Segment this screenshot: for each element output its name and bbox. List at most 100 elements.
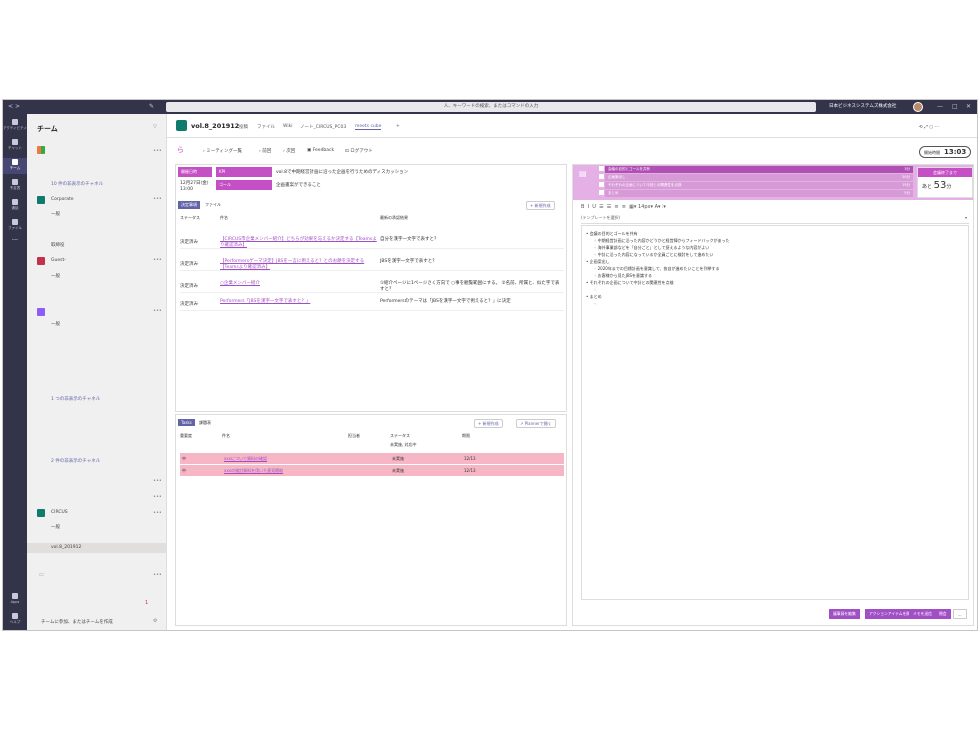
forward-icon[interactable]: >: [15, 103, 20, 110]
prev-link[interactable]: › 前回: [259, 148, 271, 154]
template-select[interactable]: (テンプレートを選択) ▾: [581, 215, 969, 224]
tab-tasks[interactable]: Tasks: [178, 419, 195, 426]
more-icon[interactable]: •••: [153, 510, 162, 516]
more-icon[interactable]: ...: [953, 609, 967, 619]
agenda-item[interactable]: 企画案出し 30分: [605, 174, 913, 181]
more-icon[interactable]: •••: [153, 148, 162, 154]
tab-files[interactable]: ファイル: [257, 124, 275, 130]
notes-editor[interactable]: • 会議の目的とゴールを共有 ◦ 中期経営計画に沿った内容かどうかと経営陣からフ…: [581, 225, 969, 600]
table-row[interactable]: 決定済み 【Performersゲーマ決定】JBSを一言に例えると？とのお題を決定…: [180, 257, 564, 271]
join-create-team[interactable]: チームに参加、またはチームを作成: [41, 619, 113, 625]
hidden-channels[interactable]: 2 件の非表示のチャネル: [51, 458, 100, 464]
edit-minutes-button[interactable]: 議事録を編集: [829, 609, 860, 619]
tab-meets-cube[interactable]: meets cube: [355, 124, 382, 130]
table-row[interactable]: 決定済み 【CIRCUS市企業メンバー紹介】どちらが効果を与えるか決定する【Tea…: [180, 235, 564, 249]
back-icon[interactable]: <: [8, 103, 13, 110]
more-icon[interactable]: •••: [153, 196, 162, 202]
main-area: vol.8_201912 投稿 ファイル Wiki ノート_CIRCUS_PC0…: [167, 114, 977, 630]
send-memo-button[interactable]: メモを送信: [909, 609, 936, 619]
decisions-panel: 開催日時 KPI vol.8で中期経営計画に沿った企画を行うためのディスカッショ…: [175, 164, 567, 412]
status-filter[interactable]: 未実施, 対応中: [390, 442, 417, 448]
tab-issues[interactable]: 課題表: [196, 419, 214, 427]
more-icon[interactable]: •••: [153, 572, 162, 578]
close-icon[interactable]: ✕: [966, 103, 971, 110]
agenda-checkbox[interactable]: [599, 190, 604, 195]
teams-header: チーム: [37, 125, 58, 133]
apps-icon: [12, 593, 18, 599]
channel[interactable]: 一般: [51, 321, 60, 327]
note-line: ◦: [594, 301, 597, 306]
tab-decisions[interactable]: 決定事項: [178, 201, 200, 209]
agenda-item[interactable]: それぞれの企画について今回との関連性を点検 15分: [605, 182, 913, 189]
agenda-checkbox[interactable]: [599, 182, 604, 187]
more-icon[interactable]: •••: [153, 257, 162, 263]
close-meeting-button[interactable]: 閉会: [935, 609, 951, 619]
channel[interactable]: 取締役: [51, 242, 65, 248]
table-row[interactable]: 決定済み ○企業メンバー紹介 ①紹介ページに1ページさく方向で ○事を観覧範囲にする…: [180, 279, 564, 293]
org-name[interactable]: 日本ビジネスシステムズ株式会社: [829, 103, 896, 109]
more-icon[interactable]: •••: [153, 308, 162, 314]
hidden-channels[interactable]: 1 つの非表示のチャネル: [51, 396, 100, 402]
search-input[interactable]: 人、キーワードの検索、またはコマンドの入力: [166, 102, 816, 112]
help-icon: [12, 613, 18, 619]
feedback-link[interactable]: ▣ Feedback: [307, 148, 334, 153]
add-task-button[interactable]: + 新規作成: [474, 419, 503, 428]
meetings-list-link[interactable]: › ミーティング一覧: [203, 148, 242, 154]
planner-button[interactable]: ↗ Plannerで開く: [516, 419, 556, 428]
team-name[interactable]: CIRCUS: [51, 510, 68, 515]
teams-list: チーム ▽ ••• 10 件の非表示のチャネル Corporate ••• 一般…: [27, 114, 167, 630]
tab-posts[interactable]: 投稿: [239, 124, 248, 130]
agenda-icon: ▤: [579, 169, 587, 178]
rail-files[interactable]: ファイル: [3, 218, 27, 234]
channel[interactable]: 一般: [51, 211, 60, 217]
filter-icon[interactable]: ▽: [153, 124, 157, 130]
editor-toolbar[interactable]: B I U ☰ ☰ ≡ ≡ ▦▾ 14px▾ A▾ ⫶▾: [581, 204, 666, 210]
more-icon[interactable]: •••: [153, 494, 162, 500]
selected-channel[interactable]: vol.8_201912: [27, 543, 166, 553]
channel[interactable]: 一般: [51, 524, 60, 530]
rail-activity[interactable]: アクティビティ: [3, 118, 27, 134]
agenda-panel: ▤ 会議の目的とゴールを共有 3分 企画案出し 30分 それぞれの企画について今回と…: [572, 164, 974, 626]
table-row[interactable]: 決定済み Performers「JBSを漢字一文字で表すと？」 Performers…: [180, 297, 564, 311]
teams-window: < > ✎ 人、キーワードの検索、またはコマンドの入力 日本ビジネスシステムズ株…: [2, 99, 978, 631]
tab-notebook[interactable]: ノート_CIRCUS_PC03: [300, 124, 346, 130]
rail-help[interactable]: ヘルプ: [3, 612, 27, 628]
rect-icon[interactable]: ▭: [39, 572, 44, 578]
hidden-channels[interactable]: 10 件の非表示のチャネル: [51, 181, 103, 187]
agenda-item[interactable]: まとめ 5分: [605, 190, 913, 197]
more-icon[interactable]: •••: [153, 478, 162, 484]
end-meeting-label[interactable]: 会議終了まで: [918, 168, 972, 177]
channel[interactable]: 一般: [51, 273, 60, 279]
team-name[interactable]: Corporate: [51, 197, 74, 202]
tab-files[interactable]: ファイル: [202, 201, 224, 209]
add-decision-button[interactable]: + 新規作成: [526, 201, 555, 210]
team-name[interactable]: Guest-: [51, 258, 66, 263]
settings-icon[interactable]: ⚙: [153, 618, 157, 624]
rail-calendar[interactable]: 予定表: [3, 178, 27, 194]
next-link[interactable]: › 次回: [283, 148, 295, 154]
rail-teams[interactable]: チーム: [3, 158, 27, 174]
rail-chat[interactable]: チャット: [3, 138, 27, 154]
col-status: ステータス: [390, 433, 410, 438]
task-row[interactable]: 中 xxxの検討資料を用いた意見聴取 未実施 12/13: [180, 465, 564, 476]
rail-more[interactable]: •••: [3, 238, 27, 254]
rail-apps[interactable]: Apps: [3, 592, 27, 608]
agenda-item[interactable]: 会議の目的とゴールを共有 3分: [605, 166, 913, 173]
col-status[interactable]: ステータス: [180, 215, 200, 221]
notification-badge: 1: [145, 600, 149, 606]
tab-wiki[interactable]: Wiki: [283, 124, 292, 129]
tab-actions-icons[interactable]: ⟲ ⤢ ○ ⋯: [919, 124, 939, 130]
avatar[interactable]: [913, 102, 923, 112]
add-tab-icon[interactable]: +: [396, 124, 400, 129]
compose-icon[interactable]: ✎: [149, 103, 154, 110]
maximize-icon[interactable]: □: [952, 103, 958, 110]
col-title[interactable]: 件名: [220, 215, 228, 221]
agenda-checkbox[interactable]: [599, 174, 604, 179]
minimize-icon[interactable]: —: [937, 103, 943, 110]
col-priority[interactable]: 重要度: [180, 433, 192, 439]
task-row[interactable]: 中 xxxについて資料の確認 未実施 12/13: [180, 453, 564, 464]
rail-calls[interactable]: 通話: [3, 198, 27, 214]
logout-link[interactable]: ⊡ ログアウト: [345, 148, 373, 154]
agenda-checkbox[interactable]: [599, 166, 604, 171]
start-timer: 開始時間 13:03: [919, 146, 971, 158]
